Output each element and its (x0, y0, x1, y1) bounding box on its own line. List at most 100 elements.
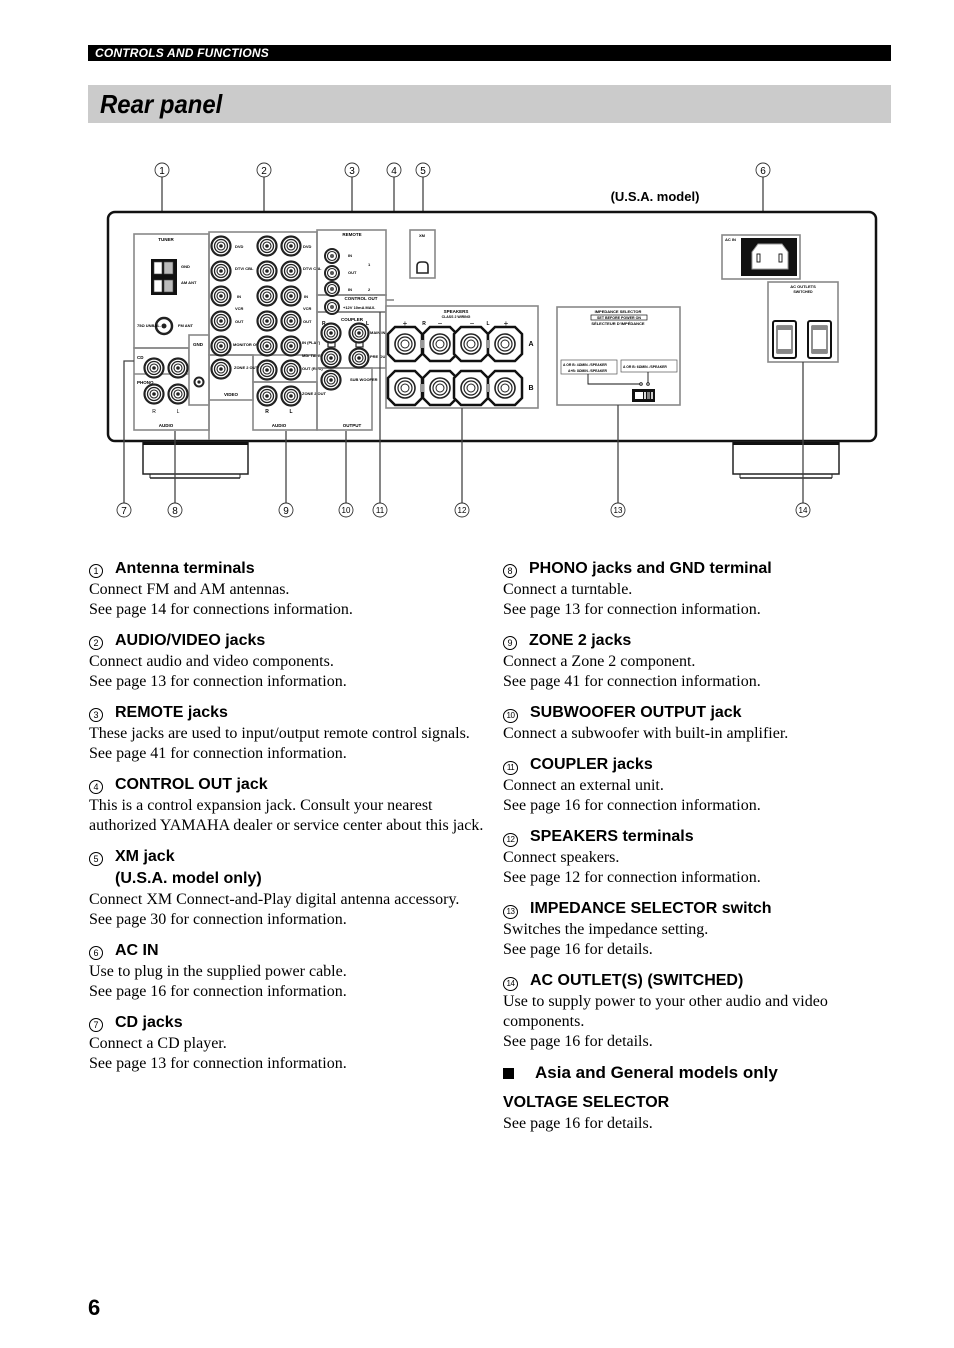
item-cd-jacks: 7 CD jacks Connect a CD player. See page … (89, 1012, 484, 1074)
callout-7: 7 (116, 502, 132, 518)
coupler-main-in-l[interactable] (348, 322, 370, 344)
label-main-in: MAIN IN (370, 330, 385, 335)
label-ac-outlets: AC OUTLETS (790, 284, 816, 289)
phono-jack-r[interactable] (143, 383, 165, 405)
item-body: Connect a Zone 2 component. See page 41 … (503, 653, 761, 690)
audio-zone2-out-r[interactable] (256, 385, 278, 407)
cd-jack-r[interactable] (143, 357, 165, 379)
control-out-jack[interactable] (324, 299, 340, 315)
audio-vcr-in-l[interactable] (280, 285, 302, 307)
item-subwoofer-output: 10 SUBWOOFER OUTPUT jack Connect a subwoo… (503, 702, 883, 744)
model-note: (U.S.A. model) (611, 189, 700, 204)
label-l-spk: L (486, 321, 489, 327)
remote-out-jack[interactable] (324, 265, 340, 281)
callout-10: 10 (338, 502, 354, 518)
video-dvd-in[interactable] (210, 235, 232, 257)
audio-vcr-out-r[interactable] (256, 310, 278, 332)
svg-text:2: 2 (261, 166, 267, 177)
cd-jack-l[interactable] (167, 357, 189, 379)
audio-md-in-l[interactable] (280, 335, 302, 357)
label-imp-opt1-a: A OR B: 4ΩMIN. /SPEAKER (563, 363, 607, 367)
audio-dvd-r[interactable] (256, 235, 278, 257)
audio-dvd-l[interactable] (280, 235, 302, 257)
label-dvd-v: DVD (235, 244, 244, 249)
item-body: Connect a turntable. See page 13 for con… (503, 581, 761, 618)
item-number: 10 (503, 709, 518, 723)
section-header-label: CONTROLS AND FUNCTIONS (95, 46, 269, 60)
coupler-main-in-r[interactable] (320, 322, 342, 344)
item-control-out-jack: 4 CONTROL OUT jack This is a control expa… (89, 774, 484, 836)
item-title: IMPEDANCE SELECTOR switch (530, 900, 772, 917)
callout-6: 6 (755, 162, 771, 178)
ac-outlet-2[interactable] (807, 320, 832, 359)
subwoofer-out-jack[interactable] (320, 369, 342, 391)
item-body: Switches the impedance setting. See page… (503, 921, 709, 958)
audio-dtv-r[interactable] (256, 260, 278, 282)
callout-11: 11 (372, 502, 388, 518)
audio-dtv-l[interactable] (280, 260, 302, 282)
ac-outlet-1[interactable] (772, 320, 797, 359)
callout-13: 13 (610, 502, 626, 518)
item-title: ZONE 2 jacks (529, 632, 632, 649)
callouts-top: 1 2 3 4 5 6 (154, 162, 771, 178)
item-body: Connect FM and AM antennas. See page 14 … (89, 581, 353, 618)
item-title: REMOTE jacks (115, 704, 228, 721)
item-title: CD jacks (115, 1014, 183, 1031)
coupler-pre-out-r[interactable] (320, 347, 342, 369)
callout-1: 1 (154, 162, 170, 178)
item-number: 12 (503, 833, 518, 847)
label-tuner: TUNER (158, 237, 174, 242)
label-vcr-v: VCR (235, 306, 244, 311)
gnd-terminal[interactable] (193, 376, 205, 388)
item-title: XM jack (U.S.A. model only) (115, 848, 262, 887)
item-body: Connect an external unit. See page 16 fo… (503, 777, 761, 814)
item-title: CONTROL OUT jack (115, 776, 268, 793)
label-control-spec: +12V 10mA MAX. (343, 305, 375, 310)
ac-in-socket[interactable] (741, 238, 797, 276)
item-number: 3 (89, 708, 103, 722)
speaker-terminals-b[interactable] (386, 369, 524, 407)
section-header-bar: CONTROLS AND FUNCTIONS (88, 45, 891, 61)
item-number: 11 (503, 761, 518, 775)
label-speaker-a: A (528, 341, 533, 348)
speaker-terminals-a[interactable] (386, 325, 524, 363)
label-audio-zone: AUDIO (272, 423, 287, 428)
audio-md-out-l[interactable] (280, 359, 302, 381)
phono-jack-l[interactable] (167, 383, 189, 405)
callout-3: 3 (344, 162, 360, 178)
video-dtv-in[interactable] (210, 260, 232, 282)
audio-md-in-r[interactable] (256, 335, 278, 357)
page-title-bar: Rear panel (88, 85, 891, 123)
audio-vcr-in-r[interactable] (256, 285, 278, 307)
xm-jack[interactable] (416, 261, 429, 274)
svg-text:4: 4 (391, 166, 397, 177)
video-vcr-in[interactable] (210, 285, 232, 307)
remote-in-1-jack[interactable] (324, 248, 340, 264)
item-title: PHONO jacks and GND terminal (529, 560, 772, 577)
item-remote-jacks: 3 REMOTE jacks These jacks are used to in… (89, 702, 484, 764)
am-antenna-terminal[interactable] (151, 259, 177, 295)
callout-5: 5 (415, 162, 431, 178)
remote-in-2-jack[interactable] (324, 281, 340, 297)
audio-md-out-r[interactable] (256, 359, 278, 381)
label-zone2-out-a: ZONE 2 OUT (302, 391, 327, 396)
svg-text:9: 9 (283, 506, 289, 517)
label-speaker-b: B (528, 385, 533, 392)
impedance-selector-switch[interactable] (632, 389, 655, 402)
item-phono-jacks: 8 PHONO jacks and GND terminal Connect a … (503, 558, 883, 620)
video-monitor-out[interactable] (210, 335, 232, 357)
item-number: 8 (503, 564, 517, 578)
audio-vcr-out-l[interactable] (280, 310, 302, 332)
item-body: Connect audio and video components. See … (89, 653, 347, 690)
label-am-ant: AM ANT (181, 280, 197, 285)
label-ac-in: AC IN (725, 237, 736, 242)
item-antenna-terminals: 1 Antenna terminals Connect FM and AM ant… (89, 558, 484, 620)
callout-9: 9 (278, 502, 294, 518)
label-r-zone2: R (265, 409, 269, 415)
item-title: SPEAKERS terminals (530, 828, 694, 845)
audio-zone2-out-l[interactable] (280, 385, 302, 407)
video-zone2-out[interactable] (210, 358, 232, 380)
label-dtv-v: DTV/ CBL (235, 266, 254, 271)
video-vcr-out[interactable] (210, 310, 232, 332)
coupler-pre-out-l[interactable] (348, 347, 370, 369)
